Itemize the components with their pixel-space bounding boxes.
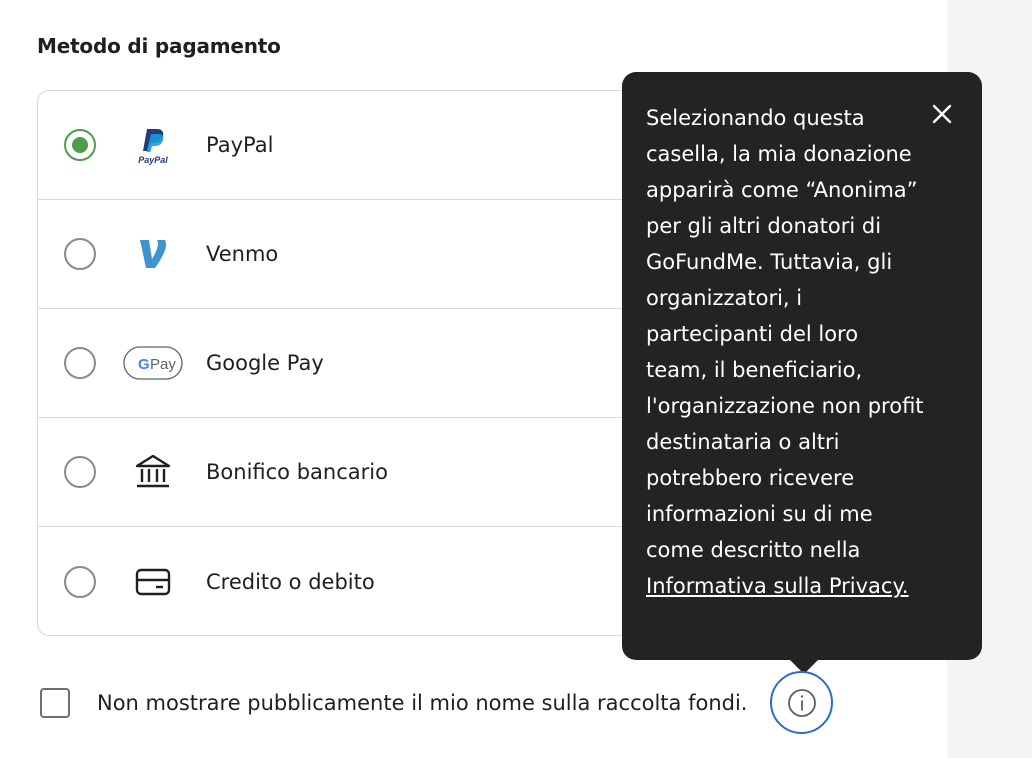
payment-method-label: Credito o debito [206, 569, 375, 594]
gpay-text: Pay [150, 356, 176, 373]
paypal-logo-icon: PayPal [123, 125, 183, 165]
anonymous-info-tooltip: Selezionando questa casella, la mia dona… [622, 72, 982, 674]
radio-paypal[interactable] [64, 129, 96, 161]
section-title: Metodo di pagamento [37, 34, 281, 58]
radio-card[interactable] [64, 565, 96, 598]
close-icon[interactable] [928, 100, 956, 128]
radio-google-pay[interactable] [64, 347, 96, 379]
paypal-wordmark: PayPal [138, 155, 168, 165]
payment-method-label: Bonifico bancario [206, 460, 388, 484]
tooltip-text: Selezionando questa casella, la mia dona… [646, 100, 924, 604]
gpay-g: G [138, 356, 150, 373]
venmo-logo-icon [123, 234, 183, 274]
payment-method-label: Google Pay [206, 351, 324, 375]
anonymous-donation-row: Non mostrare pubblicamente il mio nome s… [40, 686, 747, 720]
anonymous-label: Non mostrare pubblicamente il mio nome s… [97, 691, 748, 715]
radio-venmo[interactable] [64, 238, 96, 270]
payment-method-label: PayPal [206, 133, 274, 157]
anonymous-checkbox[interactable] [40, 688, 70, 718]
google-pay-logo-icon: G Pay [123, 343, 183, 383]
payment-method-label: Venmo [206, 242, 279, 266]
radio-bank-transfer[interactable] [64, 456, 96, 488]
credit-card-icon [123, 562, 183, 602]
bank-icon [123, 452, 183, 492]
info-icon[interactable] [770, 671, 833, 734]
privacy-policy-link[interactable]: Informativa sulla Privacy. [646, 574, 909, 598]
tooltip-body: Selezionando questa casella, la mia dona… [646, 106, 924, 562]
